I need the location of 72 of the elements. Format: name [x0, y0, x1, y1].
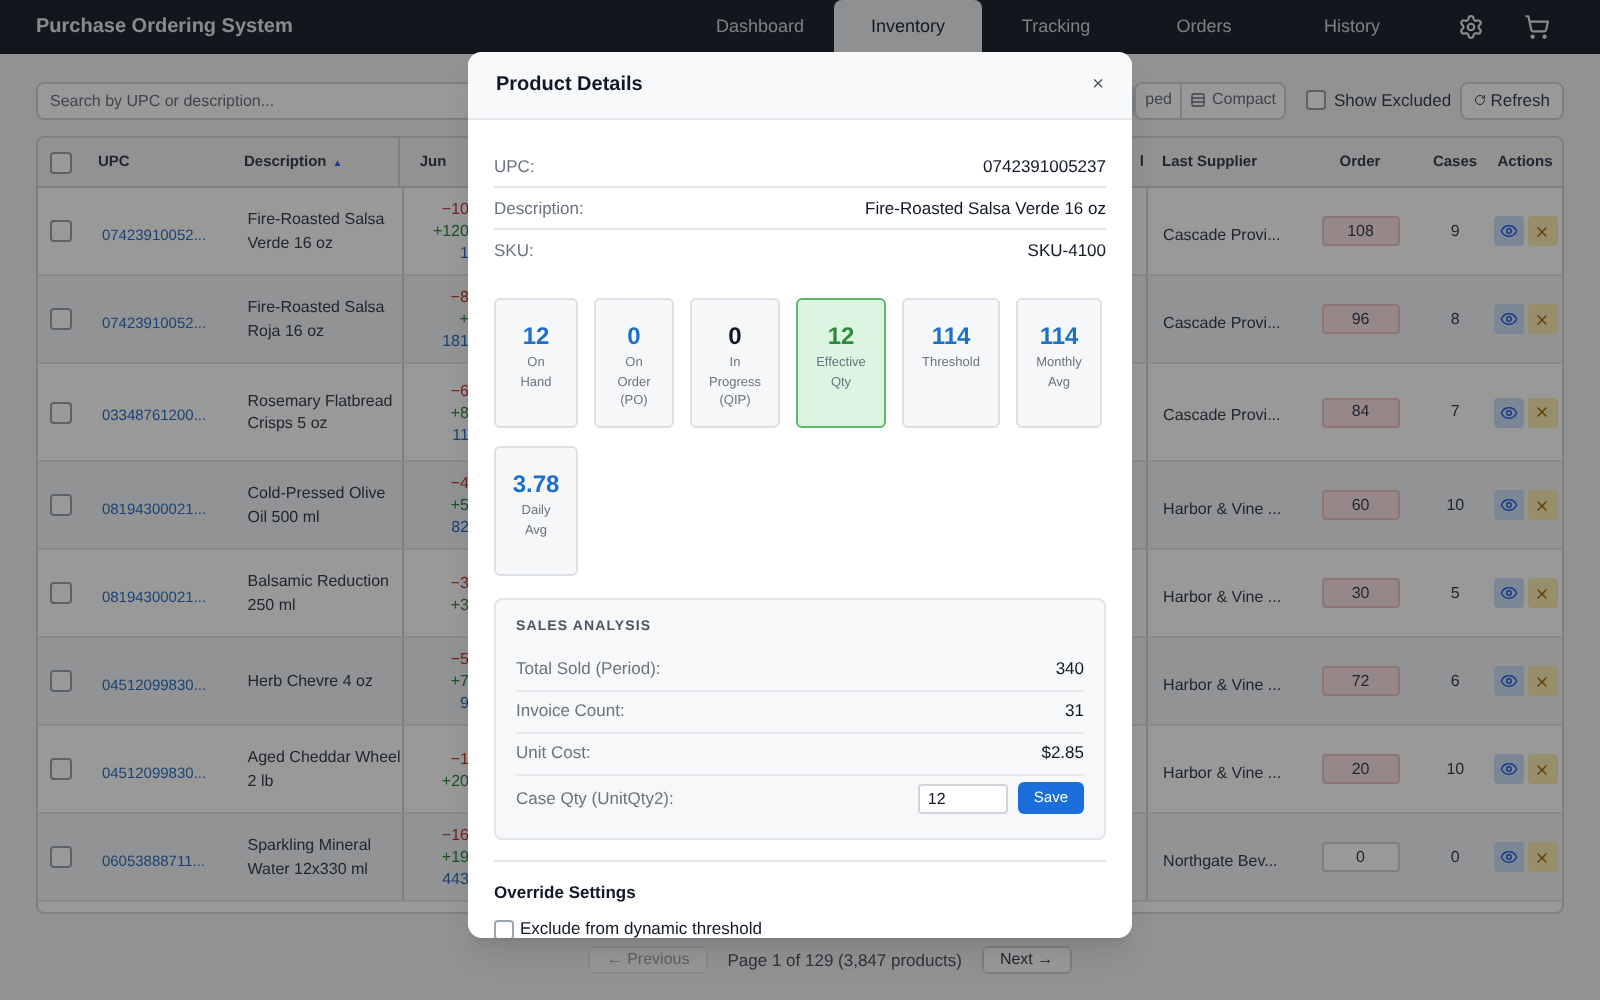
supplier-cell: Harbor & Vine ...	[1163, 675, 1282, 693]
metric-label: Invoice Count:	[516, 698, 625, 724]
cases-cell: 10	[1446, 493, 1465, 517]
supplier-cell: Cascade Provi...	[1163, 313, 1281, 331]
field-value: 0742391005237	[983, 153, 1106, 179]
cases-cell: 0	[1450, 845, 1460, 869]
field-label: SKU:	[494, 238, 534, 264]
supplier-cell: Northgate Bev...	[1163, 851, 1278, 869]
field-value: SKU-4100	[1027, 238, 1106, 264]
sales-figure: −1	[450, 747, 469, 769]
description-cell-text: Cold-Pressed Olive Oil 500 ml	[247, 482, 388, 528]
description-cell-text: Sparkling Mineral Water 12x330 ml	[247, 834, 374, 880]
stat-value: 12	[827, 322, 855, 350]
cases-cell: 5	[1450, 581, 1460, 605]
cases-cell: 9	[1450, 219, 1460, 243]
stat-value: 0	[627, 322, 641, 350]
sales-figure: +19	[441, 846, 469, 868]
sales-figure: 443	[442, 868, 469, 890]
description-cell-text: Rosemary Flatbread Crisps 5 oz	[247, 389, 395, 435]
metric-value: 340	[1055, 656, 1084, 682]
sales-figure: −3	[450, 571, 469, 593]
metric-label: Unit Cost:	[516, 740, 591, 766]
sales-figure: 82	[451, 516, 469, 538]
metric-value: $2.85	[1041, 740, 1084, 766]
sales-figure: −16	[441, 824, 469, 846]
stat-value: 12	[522, 322, 550, 350]
supplier-cell: Cascade Provi...	[1163, 406, 1281, 424]
supplier-cell: Harbor & Vine ...	[1163, 587, 1282, 605]
field-label: Description:	[494, 195, 584, 221]
supplier-cell: Cascade Provi...	[1163, 225, 1281, 243]
description-cell: Aged Cheddar Wheel 2 lb	[247, 746, 402, 792]
stat-value: 114	[931, 322, 971, 350]
sales-figure: +3	[450, 593, 469, 615]
dialog-title: Product Details	[496, 72, 643, 100]
show-excluded-label: Show Excluded	[1334, 87, 1452, 113]
cases-cell: 6	[1450, 669, 1460, 693]
field-value: Fire-Roasted Salsa Verde 16 oz	[865, 195, 1106, 221]
sales-figure: 1	[460, 242, 469, 264]
stat-value: 114	[1039, 322, 1079, 350]
sales-figure: −8	[450, 286, 469, 308]
metric-label: Total Sold (Period):	[516, 656, 661, 682]
description-cell-text: Herb Chevre 4 oz	[247, 669, 375, 693]
exclude-label: Exclude from dynamic threshold	[520, 916, 762, 938]
section-title: Override Settings	[494, 879, 638, 905]
sales-figure: 9	[460, 692, 469, 714]
cases-cell: 8	[1450, 307, 1460, 331]
sales-figure: −5	[450, 648, 469, 670]
description-cell-text: Fire-Roasted Salsa Verde 16 oz	[247, 208, 387, 254]
page-info: Page 1 of 129 (3,847 products)	[727, 947, 962, 973]
cases-cell: 7	[1450, 400, 1460, 424]
sales-figure: −10	[441, 198, 469, 220]
metric-label: Case Qty (UnitQty2):	[516, 785, 674, 811]
sales-figure: +5	[450, 494, 469, 516]
sales-figure: +8	[450, 401, 469, 423]
cases-cell: 10	[1446, 757, 1465, 781]
sales-figure: −4	[450, 472, 469, 494]
description-cell-text: Balsamic Reduction 250 ml	[247, 570, 391, 616]
supplier-cell: Harbor & Vine ...	[1163, 763, 1282, 781]
sales-figure: +	[459, 308, 469, 330]
sales-figure: −6	[450, 379, 469, 401]
description-cell-text: Fire-Roasted Salsa Roja 16 oz	[247, 296, 387, 342]
app-title: Purchase Ordering System	[36, 14, 293, 42]
supplier-cell: Harbor & Vine ...	[1163, 499, 1282, 517]
sales-figure: 181	[442, 330, 469, 352]
sales-figure: +7	[450, 670, 469, 692]
sales-figure: +120	[432, 220, 469, 242]
stat-value: 0	[728, 322, 742, 350]
sales-figure: +20	[441, 769, 469, 791]
sales-figure: 11	[452, 423, 469, 445]
field-label: UPC:	[494, 153, 535, 179]
metric-value: 31	[1065, 698, 1084, 724]
stat-value: 3.78	[512, 470, 560, 498]
